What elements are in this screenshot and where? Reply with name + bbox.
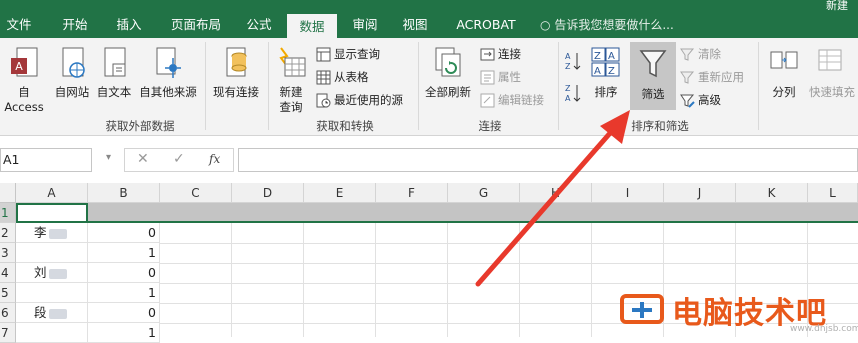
watermark-logo-icon: [620, 294, 664, 324]
red-arrow-icon: [475, 110, 630, 287]
watermark: 电脑技术吧 www.dnjsb.com: [610, 282, 858, 337]
watermark-site: www.dnjsb.com: [790, 324, 858, 334]
